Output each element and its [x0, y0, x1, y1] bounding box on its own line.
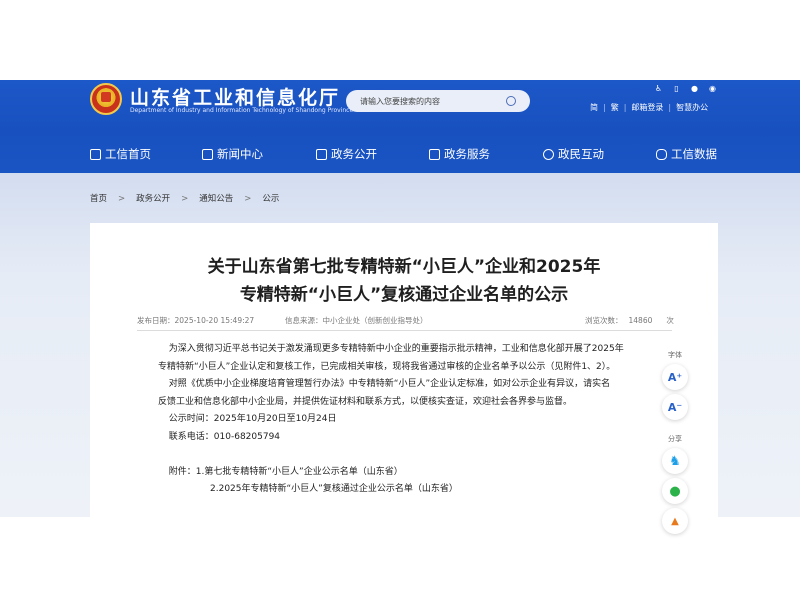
publish-date-label: 发布日期：: [137, 316, 175, 325]
nav-item-gov-service[interactable]: 政务服务: [429, 144, 490, 164]
weibo-icon[interactable]: ◉: [708, 84, 717, 93]
view-count-value: 14860: [628, 316, 653, 325]
article-meta: 发布日期：2025-10-20 15:49:27 信息来源：中小企业处（创新创业…: [137, 315, 674, 327]
nav-label: 工信首页: [105, 147, 151, 161]
service-icon: [429, 148, 440, 160]
info-source-label: 信息来源：: [285, 316, 323, 325]
attachment-link-2[interactable]: 2.2025年专精特新“小巨人”复核通过企业公示名单（山东省）: [158, 481, 638, 499]
simplified-link[interactable]: 简: [590, 102, 598, 113]
info-source: 信息来源：中小企业处（创新创业指导处）: [285, 315, 428, 326]
attachment-link-1[interactable]: 附件：1.第七批专精特新“小巨人”企业公示名单（山东省）: [158, 464, 638, 482]
breadcrumb-home[interactable]: 首页: [90, 192, 107, 204]
share-label: 分享: [668, 435, 682, 443]
nav-label: 政务公开: [331, 147, 377, 161]
page: 山东省工业和信息化厅 Department of Industry and In…: [0, 0, 800, 600]
wechat-icon[interactable]: ●: [690, 84, 699, 93]
breadcrumb-separator: >: [244, 194, 252, 204]
font-increase-button[interactable]: A⁺: [662, 364, 688, 390]
body-line: 反馈工业和信息化部中小企业局，并提供佐证材料和联系方式，以便核实查证，欢迎社会各…: [158, 396, 573, 407]
news-icon: [202, 148, 213, 160]
breadcrumb-separator: >: [118, 194, 126, 204]
article-card: 关于山东省第七批专精特新“小巨人”企业和2025年 专精特新“小巨人”复核通过企…: [90, 223, 718, 517]
notice-period: 公示时间：2025年10月20日至10月24日: [168, 414, 337, 424]
traditional-link[interactable]: 繁: [611, 102, 619, 113]
divider: |: [603, 103, 606, 112]
accessibility-tools: ♿ ▯ ● ◉: [654, 84, 724, 96]
national-emblem-icon: [90, 83, 122, 115]
body-line: 为深入贯彻习近平总书记关于激发涌现更多专精特新中小企业的重要指示批示精神，工业和…: [168, 344, 624, 354]
accessibility-icon[interactable]: ♿: [654, 84, 663, 93]
view-count: 浏览次数： 14860 次: [585, 315, 674, 326]
nav-item-data[interactable]: 工信数据: [656, 144, 717, 164]
search-input[interactable]: [360, 94, 510, 108]
publish-date-value: 2025-10-20 15:49:27: [174, 316, 255, 325]
nav-item-news[interactable]: 新闻中心: [202, 144, 263, 164]
weibo-share-icon[interactable]: ▲: [662, 508, 688, 534]
contact-phone: 联系电话：010-68205794: [168, 431, 281, 442]
info-source-value: 中小企业处（创新创业指导处）: [322, 316, 428, 325]
chat-icon: [543, 148, 554, 160]
publish-date: 发布日期：2025-10-20 15:49:27: [137, 315, 254, 326]
qq-icon[interactable]: ♞: [662, 448, 688, 474]
mail-login-link[interactable]: 邮箱登录: [631, 102, 663, 113]
monitor-icon: [316, 148, 327, 160]
meta-divider: [137, 330, 672, 331]
article-title-line: 关于山东省第七批专精特新“小巨人”企业和2025年: [207, 257, 601, 277]
divider: |: [623, 103, 627, 112]
divider: |: [668, 103, 672, 112]
nav-item-interaction[interactable]: 政民互动: [543, 144, 604, 164]
view-count-label: 浏览次数：: [585, 316, 623, 325]
article-title-line: 专精特新“小巨人”复核通过企业名单的公示: [239, 285, 569, 305]
database-icon: [656, 148, 667, 160]
breadcrumb-gov-open[interactable]: 政务公开: [136, 192, 170, 204]
nav-label: 工信数据: [671, 147, 717, 161]
search-icon[interactable]: [506, 96, 516, 106]
breadcrumb: 首页 > 政务公开 > 通知公告 > 公示: [90, 192, 279, 204]
body-line: 对照《优质中小企业梯度培育管理暂行办法》中专精特新“小巨人”企业认定标准，如对公…: [168, 379, 611, 389]
home-icon: [90, 148, 101, 160]
smart-office-link[interactable]: 智慧办公: [676, 102, 708, 113]
nav-label: 政务服务: [444, 147, 490, 161]
breadcrumb-separator: >: [181, 194, 189, 204]
main-nav: 工信首页 新闻中心 政务公开 政务服务 政民互动 工信数据: [80, 144, 730, 164]
body-line: 专精特新“小巨人”企业认定和复核工作，已完成相关审核，现将我省通过审核的企业名单…: [158, 361, 616, 372]
breadcrumb-current[interactable]: 公示: [262, 192, 279, 204]
wechat-share-icon[interactable]: ●: [662, 478, 688, 504]
breadcrumb-notices[interactable]: 通知公告: [199, 192, 233, 204]
nav-label: 新闻中心: [217, 147, 263, 161]
article-title: 关于山东省第七批专精特新“小巨人”企业和2025年 专精特新“小巨人”复核通过企…: [90, 253, 718, 309]
search-box[interactable]: [346, 90, 530, 112]
side-toolbar: 字体 A⁺ A⁻ 分享 ♞ ● ▲: [660, 350, 690, 534]
mobile-icon[interactable]: ▯: [672, 84, 681, 93]
nav-item-home[interactable]: 工信首页: [90, 144, 151, 164]
view-count-unit: 次: [666, 316, 674, 325]
site-header: 山东省工业和信息化厅 Department of Industry and In…: [0, 80, 800, 173]
nav-label: 政民互动: [558, 147, 604, 161]
top-links: 简 | 繁 | 邮箱登录 | 智慧办公: [590, 102, 708, 114]
nav-item-gov-open[interactable]: 政务公开: [316, 144, 377, 164]
site-subtitle: Department of Industry and Information T…: [130, 107, 354, 114]
font-decrease-button[interactable]: A⁻: [662, 394, 688, 420]
font-size-label: 字体: [668, 351, 682, 359]
site-title[interactable]: 山东省工业和信息化厅: [130, 83, 340, 110]
article-body: 为深入贯彻习近平总书记关于激发涌现更多专精特新中小企业的重要指示批示精神，工业和…: [158, 341, 638, 499]
